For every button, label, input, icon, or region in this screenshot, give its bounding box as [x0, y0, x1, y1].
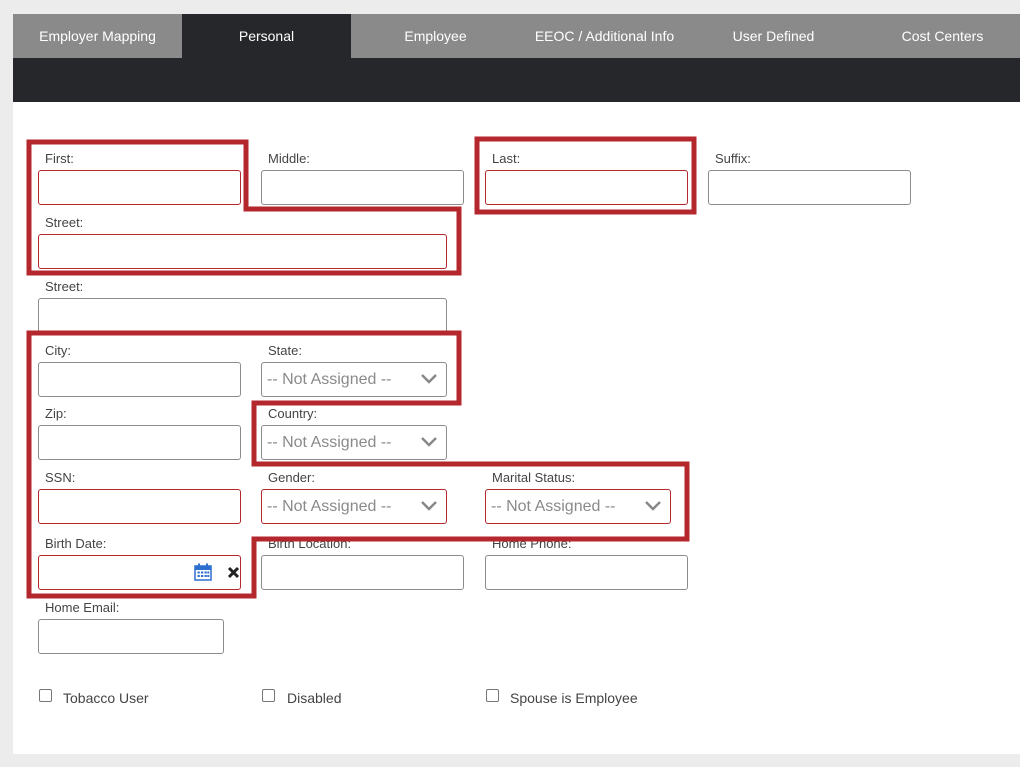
first-name-input[interactable] [38, 170, 241, 205]
street2-input[interactable] [38, 298, 447, 333]
gender-select[interactable]: -- Not Assigned -- [261, 489, 447, 524]
tobacco-user-checkbox[interactable] [39, 689, 52, 702]
street1-label: Street: [45, 215, 84, 230]
disabled-checkbox[interactable] [262, 689, 275, 702]
middle-name-label: Middle: [268, 151, 310, 166]
tab-user-defined[interactable]: User Defined [689, 14, 858, 58]
spouse-is-employee-label: Spouse is Employee [510, 690, 638, 706]
sub-header-bar [13, 58, 1020, 102]
home-phone-input[interactable] [485, 555, 688, 590]
calendar-icon[interactable] [194, 563, 212, 581]
tab-employee[interactable]: Employee [351, 14, 520, 58]
chevron-down-icon [421, 437, 437, 447]
state-select-value: -- Not Assigned -- [267, 370, 392, 388]
last-name-label: Last: [492, 151, 521, 166]
birth-location-input[interactable] [261, 555, 464, 590]
birth-date-input[interactable] [38, 555, 241, 590]
zip-input[interactable] [38, 425, 241, 460]
chevron-down-icon [421, 374, 437, 384]
chevron-down-icon [421, 501, 437, 511]
home-phone-label: Home Phone: [492, 536, 572, 551]
tab-bar: Employer Mapping Personal Employee EEOC … [13, 14, 1020, 58]
disabled-label: Disabled [287, 690, 342, 706]
tobacco-user-label: Tobacco User [63, 690, 149, 706]
state-label: State: [268, 343, 302, 358]
suffix-label: Suffix: [715, 151, 751, 166]
city-label: City: [45, 343, 71, 358]
suffix-input[interactable] [708, 170, 911, 205]
birth-location-label: Birth Location: [268, 536, 352, 551]
birth-date-label: Birth Date: [45, 536, 107, 551]
city-input[interactable] [38, 362, 241, 397]
tab-cost-centers[interactable]: Cost Centers [858, 14, 1020, 58]
home-email-label: Home Email: [45, 600, 120, 615]
state-select[interactable]: -- Not Assigned -- [261, 362, 447, 397]
home-email-input[interactable] [38, 619, 224, 654]
gender-select-value: -- Not Assigned -- [267, 497, 392, 515]
tab-personal[interactable]: Personal [182, 14, 351, 58]
ssn-label: SSN: [45, 470, 76, 485]
gender-label: Gender: [268, 470, 315, 485]
tab-eeoc-additional-info[interactable]: EEOC / Additional Info [520, 14, 689, 58]
first-name-label: First: [45, 151, 74, 166]
country-label: Country: [268, 406, 318, 421]
ssn-input[interactable] [38, 489, 241, 524]
country-select[interactable]: -- Not Assigned -- [261, 425, 447, 460]
chevron-down-icon [645, 501, 661, 511]
zip-label: Zip: [45, 406, 67, 421]
street1-input[interactable] [38, 234, 447, 269]
country-select-value: -- Not Assigned -- [267, 433, 392, 451]
tab-employer-mapping[interactable]: Employer Mapping [13, 14, 182, 58]
close-icon[interactable] [227, 566, 240, 579]
spouse-is-employee-checkbox[interactable] [486, 689, 499, 702]
street2-label: Street: [45, 279, 84, 294]
last-name-input[interactable] [485, 170, 688, 205]
marital-status-select[interactable]: -- Not Assigned -- [485, 489, 671, 524]
marital-status-select-value: -- Not Assigned -- [491, 497, 616, 515]
middle-name-input[interactable] [261, 170, 464, 205]
marital-status-label: Marital Status: [492, 470, 576, 485]
